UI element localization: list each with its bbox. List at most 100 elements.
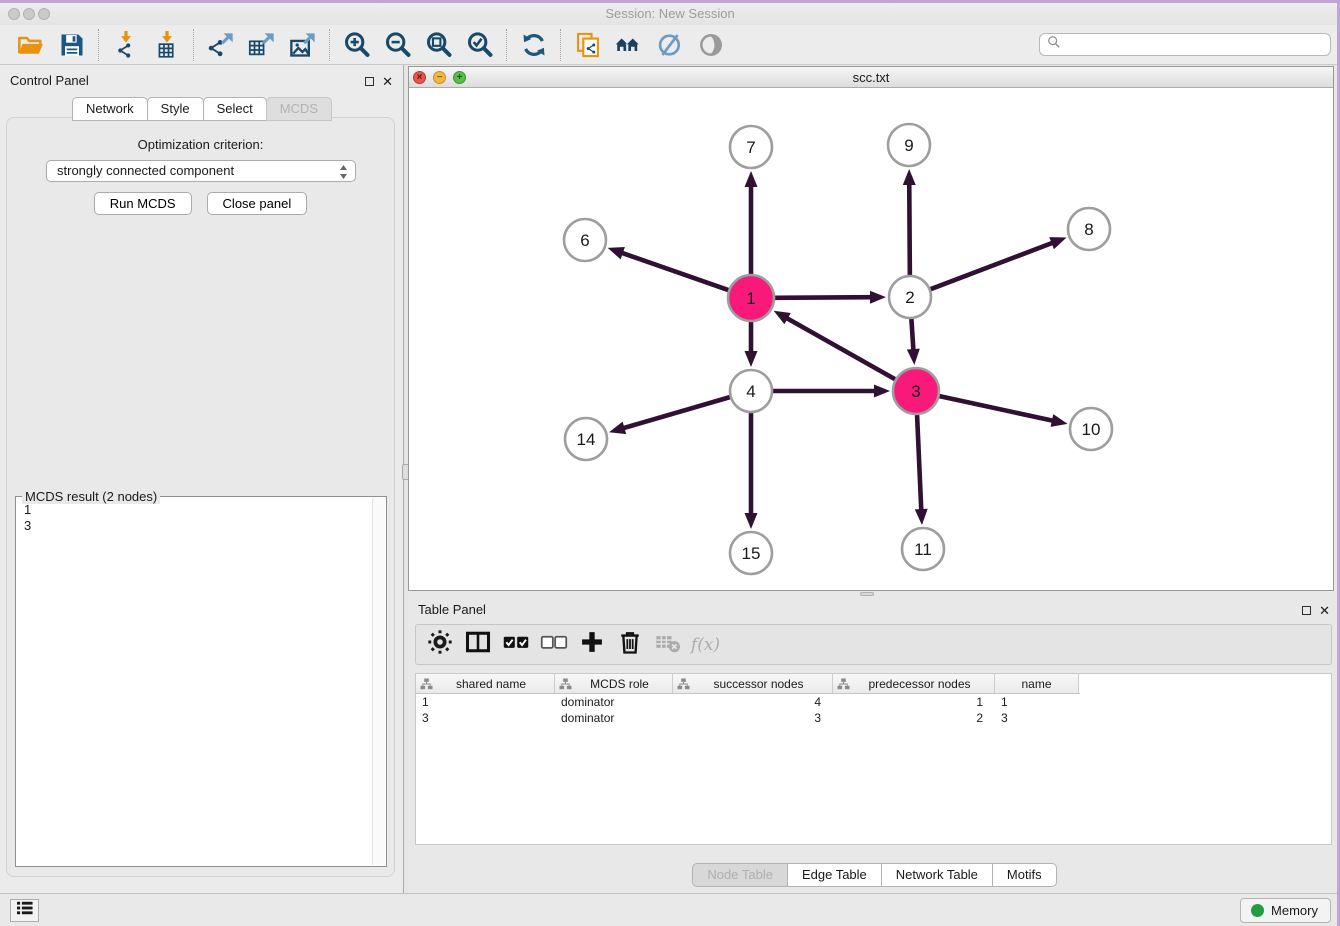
table-cell[interactable]: 3 xyxy=(416,711,555,725)
tab-node-table[interactable]: Node Table xyxy=(692,863,788,887)
float-table-panel-icon[interactable] xyxy=(1302,606,1311,615)
network-frame-titlebar: × − + scc.txt xyxy=(409,67,1333,88)
graph-node-11[interactable]: 11 xyxy=(902,528,944,570)
graph-node-9[interactable]: 9 xyxy=(888,124,930,166)
frame-close-icon[interactable]: × xyxy=(413,71,426,84)
column-header-shared-name[interactable]: shared name xyxy=(416,674,555,693)
graph-node-6[interactable]: 6 xyxy=(564,219,606,261)
search-input[interactable] xyxy=(1066,37,1323,52)
zoom-selected-button[interactable] xyxy=(459,29,500,61)
graph-node-7[interactable]: 7 xyxy=(730,126,772,168)
hide-graphics-details-button[interactable] xyxy=(649,29,690,61)
table-cell[interactable]: 1 xyxy=(833,695,995,709)
search-box[interactable] xyxy=(1039,33,1331,56)
result-scrollbar[interactable] xyxy=(372,498,385,865)
close-panel-icon[interactable]: ✕ xyxy=(382,77,393,86)
task-history-button[interactable] xyxy=(10,899,39,922)
minimize-window-button[interactable] xyxy=(23,8,35,20)
graph-node-label: 11 xyxy=(914,540,932,559)
graph-node-8[interactable]: 8 xyxy=(1068,208,1110,250)
column-header-label: shared name xyxy=(456,677,526,691)
graph-edge-2-3[interactable] xyxy=(907,319,920,365)
select-all-columns-button[interactable] xyxy=(503,632,528,657)
tab-network-table[interactable]: Network Table xyxy=(881,863,993,887)
graph-edge-4-15[interactable] xyxy=(745,413,758,529)
import-network-button[interactable] xyxy=(105,29,146,61)
zoom-fit-button[interactable] xyxy=(418,29,459,61)
table-cell[interactable]: dominator xyxy=(555,711,673,725)
graph-node-15[interactable]: 15 xyxy=(730,532,772,574)
graph-edge-3-11[interactable] xyxy=(915,415,928,525)
frame-minimize-icon[interactable]: − xyxy=(433,71,446,84)
duplicate-network-button[interactable] xyxy=(567,29,608,61)
close-window-button[interactable] xyxy=(8,8,20,20)
tab-style[interactable]: Style xyxy=(147,97,204,121)
table-row[interactable]: 1dominator411 xyxy=(416,694,1080,710)
birds-eye-view-button[interactable] xyxy=(690,29,731,61)
search-icon xyxy=(1047,35,1061,54)
table-cell[interactable]: 4 xyxy=(673,695,833,709)
delete-columns-button[interactable] xyxy=(617,632,642,657)
duplicate-network-icon xyxy=(574,31,602,59)
refresh-layout-button[interactable] xyxy=(513,29,554,61)
zoom-in-button[interactable] xyxy=(336,29,377,61)
table-cell[interactable]: dominator xyxy=(555,695,673,709)
run-mcds-button[interactable]: Run MCDS xyxy=(94,192,192,215)
import-table-button[interactable] xyxy=(146,29,187,61)
show-columns-button[interactable] xyxy=(465,632,490,657)
column-header-predecessor-nodes[interactable]: predecessor nodes xyxy=(833,674,995,693)
open-session-button[interactable] xyxy=(10,29,51,61)
graph-edge-1-2[interactable] xyxy=(775,291,886,304)
graph-node-14[interactable]: 14 xyxy=(565,418,607,460)
maximize-window-button[interactable] xyxy=(38,8,50,20)
table-cell[interactable]: 2 xyxy=(833,711,995,725)
table-cell[interactable]: 1 xyxy=(995,695,1079,709)
export-table-button[interactable] xyxy=(241,29,282,61)
column-header-name[interactable]: name xyxy=(995,674,1079,693)
tab-motifs[interactable]: Motifs xyxy=(992,863,1057,887)
table-tabs: Node TableEdge TableNetwork TableMotifs xyxy=(408,863,1340,887)
table-row[interactable]: 3dominator323 xyxy=(416,710,1080,726)
export-image-button[interactable] xyxy=(282,29,323,61)
network-canvas[interactable]: 7 9 6 8 1 2 4 3 14 10 15 11 xyxy=(409,89,1333,590)
graph-node-1[interactable]: 1 xyxy=(728,275,774,321)
graph-edge-4-3[interactable] xyxy=(773,385,890,398)
save-session-button[interactable] xyxy=(51,29,92,61)
save-session-icon xyxy=(58,31,86,59)
frame-maximize-icon[interactable]: + xyxy=(453,71,466,84)
network-frame-title: scc.txt xyxy=(853,70,890,85)
table-cell[interactable]: 3 xyxy=(673,711,833,725)
close-table-panel-icon[interactable]: ✕ xyxy=(1319,606,1330,615)
toolbar-group xyxy=(561,29,737,61)
graph-edge-2-9[interactable] xyxy=(903,169,916,275)
export-network-button[interactable] xyxy=(200,29,241,61)
graph-edge-1-7[interactable] xyxy=(745,171,758,274)
network-overview-button[interactable] xyxy=(608,29,649,61)
create-column-button[interactable] xyxy=(579,632,604,657)
tab-select[interactable]: Select xyxy=(203,97,267,121)
graph-edge-3-1[interactable] xyxy=(774,311,895,379)
criterion-select[interactable]: strongly connected component xyxy=(46,160,356,182)
float-panel-icon[interactable] xyxy=(365,77,374,86)
graph-edge-3-10[interactable] xyxy=(939,396,1067,427)
deselect-all-columns-button[interactable] xyxy=(541,632,566,657)
graph-node-10[interactable]: 10 xyxy=(1070,408,1112,450)
column-header-mcds-role[interactable]: MCDS role xyxy=(555,674,673,693)
graph-edge-4-14[interactable] xyxy=(609,397,730,434)
graph-edge-1-6[interactable] xyxy=(608,247,729,290)
tab-network[interactable]: Network xyxy=(72,97,148,121)
graph-edge-2-8[interactable] xyxy=(931,237,1067,289)
memory-button[interactable]: Memory xyxy=(1240,898,1331,923)
tab-mcds[interactable]: MCDS xyxy=(266,97,332,121)
table-options-gear-button[interactable] xyxy=(427,632,452,657)
graph-node-4[interactable]: 4 xyxy=(730,370,772,412)
zoom-out-button[interactable] xyxy=(377,29,418,61)
column-header-successor-nodes[interactable]: successor nodes xyxy=(673,674,833,693)
table-cell[interactable]: 1 xyxy=(416,695,555,709)
graph-node-3[interactable]: 3 xyxy=(893,368,939,414)
graph-node-2[interactable]: 2 xyxy=(889,276,931,318)
table-cell[interactable]: 3 xyxy=(995,711,1079,725)
close-panel-button[interactable]: Close panel xyxy=(207,192,308,215)
tab-edge-table[interactable]: Edge Table xyxy=(787,863,882,887)
graph-edge-1-4[interactable] xyxy=(745,322,758,367)
